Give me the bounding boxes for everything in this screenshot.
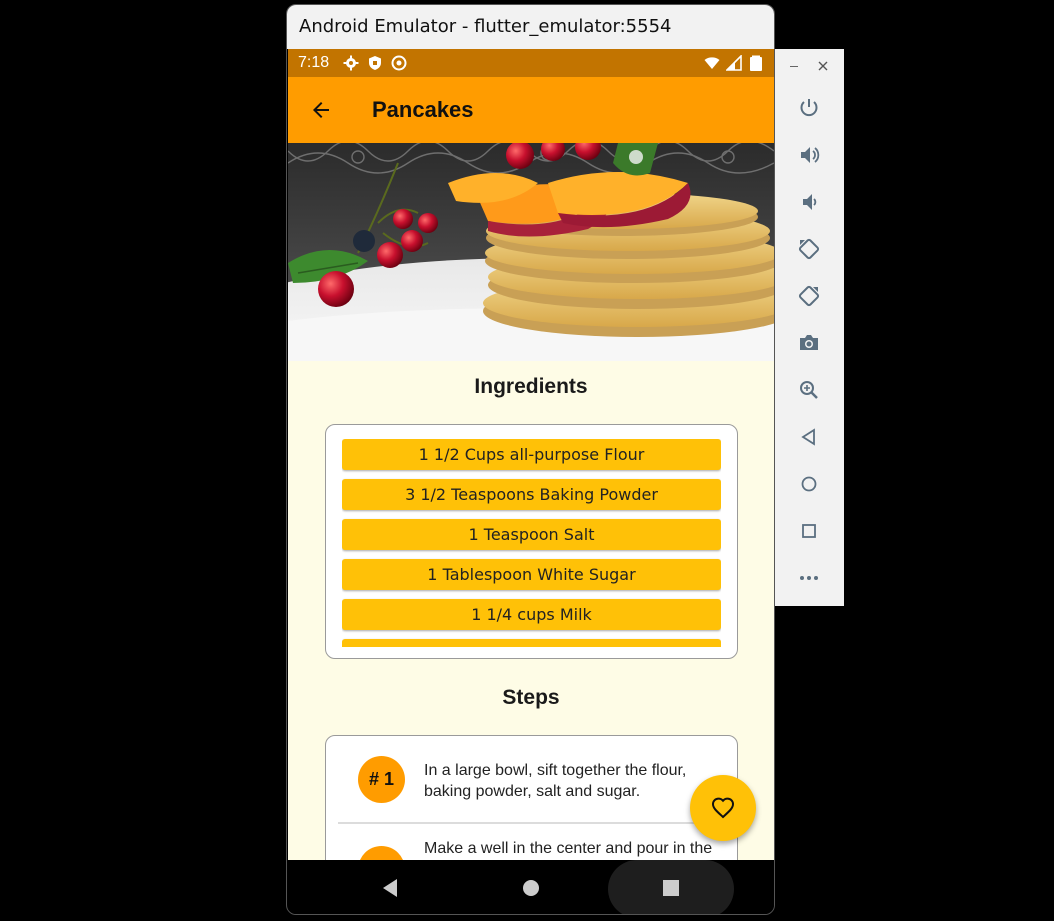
rotate-right-button[interactable] — [792, 279, 826, 313]
toolbar-home-button[interactable] — [792, 467, 826, 501]
recipe-image — [288, 143, 774, 361]
ingredient-chip[interactable]: 1 1/4 cups Milk — [342, 599, 721, 630]
back-button[interactable] — [288, 77, 354, 143]
favorite-button[interactable] — [690, 775, 756, 841]
phone-screen: 7:18 Pancakes Ingredients 1 1/2 Cups all… — [288, 49, 774, 860]
nav-back-button[interactable] — [368, 860, 412, 914]
zoom-icon — [800, 381, 818, 399]
overview-square-icon — [663, 880, 679, 896]
ingredient-chip[interactable] — [342, 639, 721, 647]
volume-down-icon — [803, 194, 817, 210]
nav-overview-button[interactable] — [649, 860, 693, 914]
volume-up-icon — [801, 147, 820, 163]
nav-home-button[interactable] — [509, 860, 553, 914]
battery-icon — [750, 55, 762, 71]
power-button[interactable] — [792, 91, 826, 125]
more-icon — [800, 576, 818, 580]
back-triangle-icon — [801, 428, 815, 446]
steps-card[interactable]: # 1 In a large bowl, sift together the f… — [325, 735, 738, 860]
power-icon — [800, 99, 818, 117]
rotate-left-button[interactable] — [792, 232, 826, 266]
ingredients-list[interactable]: 1 1/2 Cups all-purpose Flour 3 1/2 Teasp… — [342, 439, 721, 647]
rotate-right-icon — [798, 285, 820, 307]
screenshot-button[interactable] — [792, 326, 826, 360]
volume-down-button[interactable] — [792, 185, 826, 219]
toolbar-overview-button[interactable] — [792, 514, 826, 548]
settings-icon — [343, 55, 359, 71]
page-title: Pancakes — [372, 97, 474, 122]
status-bar: 7:18 — [288, 49, 774, 77]
home-circle-icon — [523, 880, 539, 896]
status-time: 7:18 — [298, 54, 330, 71]
close-button[interactable] — [818, 59, 828, 74]
minimize-icon — [790, 66, 798, 67]
steps-heading: Steps — [502, 686, 560, 709]
ingredients-card[interactable]: 1 1/2 Cups all-purpose Flour 3 1/2 Teasp… — [325, 424, 738, 659]
ingredient-chip[interactable]: 1 Tablespoon White Sugar — [342, 559, 721, 590]
emulator-window: Android Emulator - flutter_emulator:5554… — [286, 4, 775, 915]
wifi-icon — [704, 57, 720, 69]
volume-up-button[interactable] — [792, 138, 826, 172]
minimize-button[interactable] — [789, 59, 799, 74]
overview-square-icon — [802, 524, 816, 538]
step-text: Make a well in the center and pour in th… — [424, 840, 713, 857]
ingredient-chip[interactable]: 1 Teaspoon Salt — [342, 519, 721, 550]
android-nav-bar — [288, 860, 774, 914]
zoom-button[interactable] — [792, 373, 826, 407]
app-bar: Pancakes — [288, 77, 774, 143]
back-triangle-icon — [383, 879, 397, 897]
ingredient-chip[interactable]: 3 1/2 Teaspoons Baking Powder — [342, 479, 721, 510]
heart-outline-icon — [711, 797, 735, 819]
data-saver-icon — [391, 55, 407, 71]
shield-icon — [369, 56, 382, 70]
toolbar-back-button[interactable] — [792, 420, 826, 454]
signal-icon — [726, 55, 742, 71]
home-circle-icon — [801, 476, 817, 492]
more-button[interactable] — [792, 561, 826, 595]
step-number-badge: # 1 — [358, 756, 405, 803]
close-icon — [818, 61, 828, 71]
emulator-toolbar — [775, 49, 844, 606]
ingredient-chip[interactable]: 1 1/2 Cups all-purpose Flour — [342, 439, 721, 470]
step-text: In a large bowl, sift together the flour… — [424, 762, 687, 800]
camera-icon — [800, 335, 818, 350]
window-title: Android Emulator - flutter_emulator:5554 — [287, 5, 774, 49]
rotate-left-icon — [798, 238, 820, 260]
step-number-badge: # 2 — [358, 846, 405, 860]
arrow-back-icon — [313, 102, 329, 118]
ingredients-heading: Ingredients — [474, 375, 588, 398]
step-divider — [338, 822, 725, 824]
